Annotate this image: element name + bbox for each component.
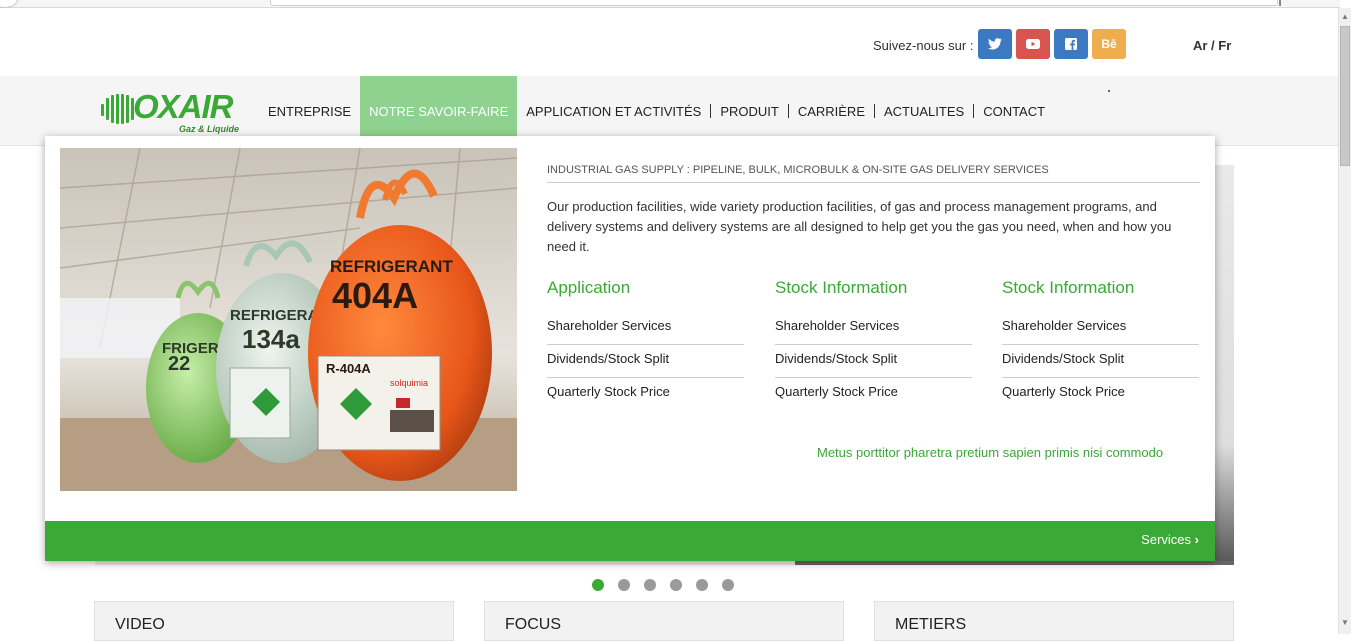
link-quarterly-stock-price[interactable]: Quarterly Stock Price xyxy=(547,378,744,411)
scroll-up-arrow[interactable]: ▲ xyxy=(1339,10,1351,24)
link-dividends-stock-split[interactable]: Dividends/Stock Split xyxy=(775,345,972,378)
link-shareholder-services[interactable]: Shareholder Services xyxy=(775,312,972,345)
slider-dot[interactable] xyxy=(644,579,656,591)
top-bar: Suivez-nous sur : Bē Ar / Fr xyxy=(0,9,1338,76)
chevron-right-icon: › xyxy=(1194,532,1199,547)
slider-edge xyxy=(795,561,1234,565)
mega-menu-dropdown: FRIGERANT 22 REFRIGERANT 134a REFRIGERAN… xyxy=(45,136,1215,561)
address-bar[interactable] xyxy=(270,0,1278,6)
column-title: Application xyxy=(547,278,631,297)
mega-menu-footer-bar: Services › xyxy=(45,521,1215,561)
mega-menu-description: Our production facilities, wide variety … xyxy=(547,199,1172,254)
svg-text:solquimia: solquimia xyxy=(390,378,428,388)
refrigerant-photo: FRIGERANT 22 REFRIGERANT 134a REFRIGERAN… xyxy=(60,148,517,491)
slider-dot[interactable] xyxy=(722,579,734,591)
slider-dot[interactable] xyxy=(592,579,604,591)
svg-text:REFRIGERANT: REFRIGERANT xyxy=(330,257,453,276)
card-title: VIDEO xyxy=(115,616,165,633)
menu-column-stock-information-2: Stock Information Shareholder Services D… xyxy=(1002,278,1199,411)
card-focus[interactable]: FOCUS xyxy=(484,601,844,641)
slider-dot[interactable] xyxy=(618,579,630,591)
link-quarterly-stock-price[interactable]: Quarterly Stock Price xyxy=(1002,378,1199,411)
slider-edge xyxy=(1214,165,1234,565)
link-dividends-stock-split[interactable]: Dividends/Stock Split xyxy=(547,345,744,378)
link-shareholder-services[interactable]: Shareholder Services xyxy=(547,312,744,345)
scroll-thumb[interactable] xyxy=(1340,26,1350,166)
link-shareholder-services[interactable]: Shareholder Services xyxy=(1002,312,1199,345)
slider-pagination xyxy=(592,579,734,591)
card-video[interactable]: VIDEO xyxy=(94,601,454,641)
toolbar-divider xyxy=(1279,0,1281,6)
logo-tagline: Gaz & Liquide xyxy=(179,124,240,134)
card-title: FOCUS xyxy=(505,616,561,633)
card-title: METIERS xyxy=(895,616,967,633)
refrigerant-cylinders-image: FRIGERANT 22 REFRIGERANT 134a REFRIGERAN… xyxy=(60,148,517,491)
svg-text:134a: 134a xyxy=(242,324,300,354)
stray-mark xyxy=(1108,90,1110,92)
facebook-icon[interactable] xyxy=(1054,29,1088,59)
mega-menu-content: INDUSTRIAL GAS SUPPLY : PIPELINE, BULK, … xyxy=(547,164,1200,460)
column-title: Stock Information xyxy=(1002,278,1135,297)
browser-toolbar xyxy=(0,0,1340,8)
services-label: Services xyxy=(1141,532,1192,547)
link-quarterly-stock-price[interactable]: Quarterly Stock Price xyxy=(775,378,972,411)
mega-menu-heading: INDUSTRIAL GAS SUPPLY : PIPELINE, BULK, … xyxy=(547,164,1200,183)
link-dividends-stock-split[interactable]: Dividends/Stock Split xyxy=(1002,345,1199,378)
slider-dot[interactable] xyxy=(696,579,708,591)
mega-menu-tagline-link[interactable]: Metus porttitor pharetra pretium sapien … xyxy=(817,445,1163,460)
scroll-down-arrow[interactable]: ▼ xyxy=(1339,616,1351,630)
card-metiers[interactable]: METIERS xyxy=(874,601,1234,641)
svg-text:22: 22 xyxy=(168,353,190,375)
behance-icon[interactable]: Bē xyxy=(1092,29,1126,59)
menu-column-application: Application Shareholder Services Dividen… xyxy=(547,278,744,411)
slider-dot[interactable] xyxy=(670,579,682,591)
page-scrollbar[interactable]: ▲ ▼ xyxy=(1338,8,1351,634)
svg-text:404A: 404A xyxy=(332,275,418,316)
services-link[interactable]: Services › xyxy=(1141,532,1199,547)
menu-column-stock-information: Stock Information Shareholder Services D… xyxy=(775,278,972,411)
column-title: Stock Information xyxy=(775,278,908,297)
language-switcher[interactable]: Ar / Fr xyxy=(1193,38,1231,53)
svg-text:R-404A: R-404A xyxy=(326,361,371,376)
oxair-logo[interactable]: OXAIR Gaz & Liquide xyxy=(99,88,244,136)
logo-wordmark: OXAIR xyxy=(133,88,234,125)
youtube-icon[interactable] xyxy=(1016,29,1050,59)
follow-us-label: Suivez-nous sur : xyxy=(873,38,974,53)
twitter-icon[interactable] xyxy=(978,29,1012,59)
browser-back-button[interactable] xyxy=(0,0,18,8)
